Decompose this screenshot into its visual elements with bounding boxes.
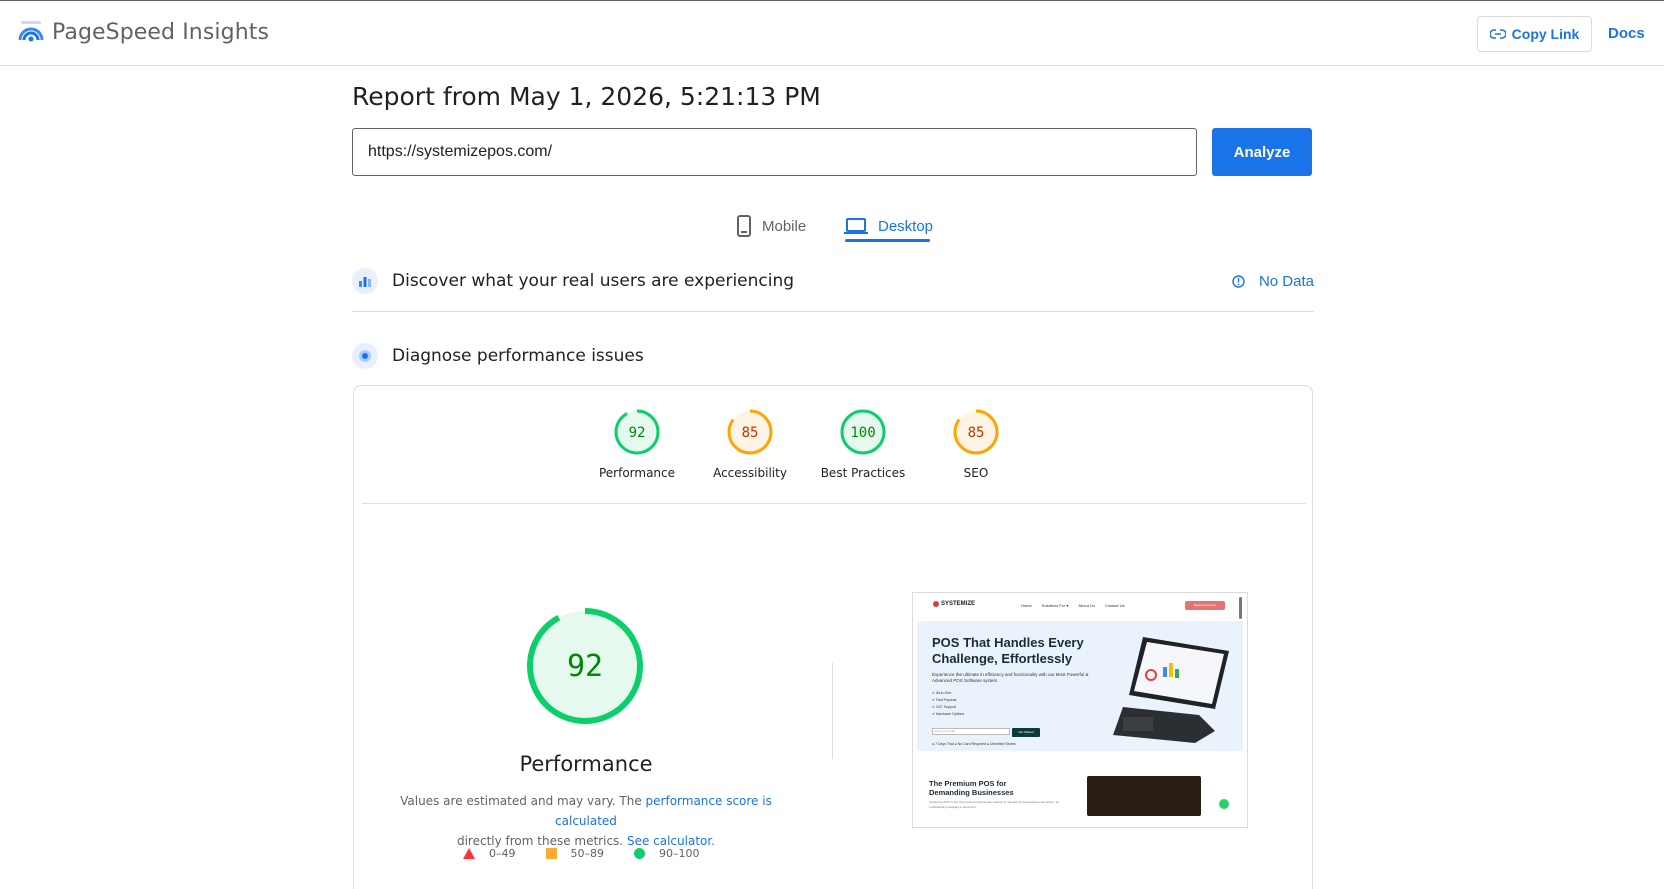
performance-big-score: 92 [567,649,603,684]
gauge-label: Accessibility [713,466,787,480]
legend-average-label: 50–89 [570,847,605,860]
gauges-divider [362,503,1306,504]
diagnose-section-header: Diagnose performance issues [352,343,1314,369]
tab-desktop-label: Desktop [878,217,934,235]
diagnose-section-title: Diagnose performance issues [392,346,644,366]
gauge-ring: 100 [840,409,886,455]
gauge-score: 92 [629,425,646,441]
triangle-icon [463,848,475,859]
thumb-hero-title: POS That Handles Every Challenge, Effort… [932,635,1084,666]
thumb-nav-item: Home [1021,603,1032,608]
gauge-ring: 92 [614,409,660,455]
brand-name: PageSpeed Insights [52,19,270,45]
tab-selected-indicator [845,239,930,242]
performance-note: Values are estimated and may vary. The p… [374,791,798,851]
report-title: Report from May 1, 2026, 5:21:13 PM [352,82,821,111]
link-icon [1489,29,1506,39]
thumb-go-button: Get Started [1012,728,1040,737]
pagespeed-logo-icon [18,21,44,42]
circle-icon [634,848,645,859]
crux-section-title: Discover what your real users are experi… [392,271,795,291]
whatsapp-icon [1219,799,1229,809]
gauge-label: Performance [598,466,676,480]
gauge-label: SEO [963,466,989,480]
thumb-features: ✔ All-in-One ✔ Fast Payouts ✔ 24/7 Suppo… [932,690,964,718]
gauge-score: 85 [968,425,985,441]
gauge-ring: 85 [727,409,773,455]
thumb-logo: SYSTEMIZE [933,601,975,607]
legend-pass-label: 90–100 [659,847,700,860]
copy-link-label: Copy Link [1511,26,1580,42]
tab-mobile[interactable]: Mobile [736,206,806,246]
crux-chart-icon [352,268,378,294]
legend-pass: 90–100 [634,847,700,860]
gauge-score: 100 [850,425,875,441]
category-gauges: 92 Performance 85 Accessibility 100 Best Prac… [354,408,1312,488]
thumb-nav-item: About Us [1078,603,1095,608]
thumb-section2-text: Systemize POS is the only-trusted point-… [929,800,1059,809]
no-data-indicator[interactable]: No Data [1232,273,1314,290]
vertical-divider [832,663,833,759]
note-prefix: Values are estimated and may vary. The [400,794,646,808]
thumb-email-input: enter your mail [932,728,1010,735]
tab-mobile-label: Mobile [762,217,807,235]
gauge-best-practices[interactable]: 100 Best Practices [808,408,918,480]
lighthouse-report-card: 92 Performance 85 Accessibility 100 Best Prac… [353,385,1313,889]
top-app-bar: PageSpeed Insights Copy Link Docs [0,0,1664,66]
thumb-feature: ✔ Fast Payouts [932,698,957,702]
thumb-cta: Request A Demo [1185,601,1225,610]
gauge-accessibility[interactable]: 85 Accessibility [695,408,805,480]
lighthouse-icon [352,343,378,369]
laptop-icon [844,218,868,234]
thumb-section2-title: The Premium POS for Demanding Businesses [929,779,1014,797]
see-calculator-link[interactable]: See calculator. [627,834,715,848]
gauge-seo[interactable]: 85 SEO [921,408,1031,480]
legend-fail-label: 0–49 [489,847,516,860]
thumb-hero: POS That Handles Every Challenge, Effort… [917,621,1243,751]
phone-icon [737,215,751,237]
brand[interactable]: PageSpeed Insights [18,19,269,45]
performance-big-label: Performance [519,752,653,776]
thumb-scrollbar [1239,597,1242,619]
thumb-logo-icon [933,601,939,607]
gauge-performance[interactable]: 92 Performance [582,408,692,480]
score-legend: 0–49 50–89 90–100 [463,847,730,860]
thumb-nav: Home Solutions For ▾ About Us Contact Us [1021,603,1135,608]
crux-section-header[interactable]: Discover what your real users are experi… [352,268,1314,294]
thumb-feature: ✔ Hardware Options [932,712,965,716]
performance-big-gauge: 92 [527,608,643,724]
thumb-hero-text: Experience the ultimate in efficiency an… [932,672,1089,683]
legend-fail: 0–49 [463,847,516,860]
gauge-score: 85 [742,425,759,441]
url-input[interactable] [352,128,1197,176]
no-data-label: No Data [1258,272,1314,290]
thumb-feature: ✔ All-in-One [932,691,952,695]
pos-device-image [1113,637,1229,743]
gauge-ring: 85 [953,409,999,455]
legend-average: 50–89 [545,847,605,860]
note-middle: directly from these metrics. [456,834,624,848]
thumb-badges: ● 7 Days Trial ● No Card Required ● Unli… [932,742,1016,746]
docs-link[interactable]: Docs [1608,25,1645,42]
gauge-label: Best Practices [820,466,906,480]
thumb-feature: ✔ 24/7 Support [932,705,956,709]
thumb-photo [1087,776,1201,816]
final-screenshot: SYSTEMIZE Home Solutions For ▾ About Us Con… [912,592,1248,828]
thumb-nav-item: Contact Us [1104,603,1125,608]
copy-link-button[interactable]: Copy Link [1477,16,1592,52]
square-icon [545,848,557,859]
info-icon [1232,274,1245,288]
analyze-button[interactable]: Analyze [1212,128,1312,176]
thumb-nav-item: Solutions For ▾ [1041,603,1069,608]
section-divider [352,311,1314,312]
